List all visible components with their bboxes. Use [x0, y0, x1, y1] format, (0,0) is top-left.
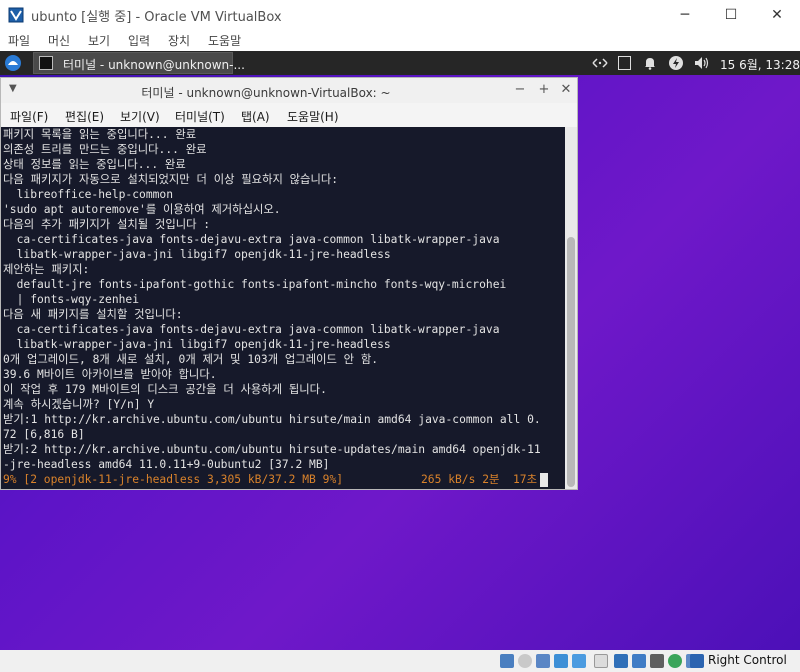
guest-additions-icon[interactable] [668, 654, 682, 668]
maximize-button[interactable]: ☐ [708, 0, 754, 30]
menu-input[interactable]: 입력 [128, 32, 150, 49]
keyboard-capture-icon[interactable] [690, 654, 704, 668]
terminal-line: 72 [6,816 B] [3, 428, 85, 441]
terminal-line: 'sudo apt autoremove'를 이용하여 제거하십시오. [3, 203, 281, 216]
video-capture-icon[interactable] [632, 654, 646, 668]
hard-disk-icon[interactable] [500, 654, 514, 668]
terminal-maximize-button[interactable]: + [537, 82, 551, 97]
taskbar-item-terminal[interactable]: 터미널 - unknown@unknown-... [33, 52, 245, 74]
network-icon[interactable] [592, 55, 608, 71]
terminal-window[interactable]: ▼ 터미널 - unknown@unknown-VirtualBox: ~ − … [0, 77, 578, 490]
menu-help[interactable]: 도움말 [208, 32, 241, 49]
terminal-line: 받기:2 http://kr.archive.ubuntu.com/ubuntu… [3, 443, 541, 456]
network-adapter-icon[interactable] [554, 654, 568, 668]
vbox-statusbar: Right Control [0, 650, 800, 672]
top-panel: 터미널 - unknown@unknown-... 15 6월, 13:28 [0, 51, 800, 75]
terminal-line: libatk-wrapper-java-jni libgif7 openjdk-… [3, 248, 391, 261]
terminal-scrollbar[interactable] [565, 127, 577, 489]
download-rate: 265 kB/s 2분 17초 [421, 473, 538, 486]
optical-disk-icon[interactable] [518, 654, 532, 668]
terminal-line: 상태 정보를 읽는 중입니다... 완료 [3, 158, 186, 171]
host-menubar: 파일 머신 보기 입력 장치 도움말 [0, 30, 800, 51]
terminal-menu-view[interactable]: 보기(V) [120, 108, 160, 125]
menu-devices[interactable]: 장치 [168, 32, 190, 49]
terminal-line: 다음의 추가 패키지가 설치될 것입니다 : [3, 218, 211, 231]
whisker-menu-icon[interactable] [4, 54, 22, 72]
recording-icon[interactable] [650, 654, 664, 668]
terminal-menu-file[interactable]: 파일(F) [10, 108, 48, 125]
terminal-minimize-button[interactable]: − [513, 82, 527, 97]
scrollbar-thumb[interactable] [567, 237, 575, 487]
terminal-title: 터미널 - unknown@unknown-VirtualBox: ~ [141, 86, 391, 100]
terminal-line: | fonts-wqy-zenhei [3, 293, 140, 306]
terminal-line: 받기:1 http://kr.archive.ubuntu.com/ubuntu… [3, 413, 541, 426]
terminal-menu-tabs[interactable]: 탭(A) [241, 108, 270, 125]
terminal-line: 제안하는 패키지: [3, 263, 90, 276]
terminal-line: 패키지 목록을 읽는 중입니다... 완료 [3, 128, 197, 141]
power-icon[interactable] [668, 55, 684, 71]
shared-folder-icon[interactable] [594, 654, 608, 668]
terminal-cursor [540, 473, 548, 487]
terminal-line: 의존성 트리를 만드는 중입니다... 완료 [3, 143, 207, 156]
terminal-line: libreoffice-help-common [3, 188, 174, 201]
terminal-line: 39.6 M바이트 아카이브를 받아야 합니다. [3, 368, 217, 381]
terminal-line: 계속 하시겠습니까? [Y/n] Y [3, 398, 155, 411]
close-button[interactable]: ✕ [754, 0, 800, 30]
keyboard-layout-icon[interactable] [618, 56, 631, 70]
taskbar-item-label: 터미널 - unknown@unknown-... [63, 58, 245, 72]
host-key-label: Right Control [708, 653, 787, 667]
menu-machine[interactable]: 머신 [48, 32, 70, 49]
display-icon[interactable] [614, 654, 628, 668]
terminal-line: libatk-wrapper-java-jni libgif7 openjdk-… [3, 338, 391, 351]
terminal-line: -jre-headless amd64 11.0.11+9-0ubuntu2 [… [3, 458, 330, 471]
terminal-line: ca-certificates-java fonts-dejavu-extra … [3, 323, 500, 336]
terminal-menu-edit[interactable]: 편집(E) [65, 108, 104, 125]
notification-bell-icon[interactable] [642, 55, 658, 71]
terminal-line: 0개 업그레이드, 8개 새로 설치, 0개 제거 및 103개 업그레이드 안… [3, 353, 379, 366]
host-titlebar: ubunto [실행 중] - Oracle VM VirtualBox ─ ☐… [0, 0, 800, 30]
menu-view[interactable]: 보기 [88, 32, 110, 49]
window-title: ubunto [실행 중] - Oracle VM VirtualBox [31, 10, 282, 25]
volume-icon[interactable] [693, 55, 711, 71]
terminal-close-button[interactable]: ✕ [559, 82, 573, 97]
terminal-line: ca-certificates-java fonts-dejavu-extra … [3, 233, 500, 246]
terminal-menubar: 파일(F) 편집(E) 보기(V) 터미널(T) 탭(A) 도움말(H) [1, 103, 577, 127]
terminal-line: default-jre fonts-ipafont-gothic fonts-i… [3, 278, 507, 291]
terminal-line: 이 작업 후 179 M바이트의 디스크 공간을 더 사용하게 됩니다. [3, 383, 327, 396]
terminal-titlebar[interactable]: ▼ 터미널 - unknown@unknown-VirtualBox: ~ − … [1, 78, 577, 103]
terminal-output[interactable]: 패키지 목록을 읽는 중입니다... 완료 의존성 트리를 만드는 중입니다..… [1, 127, 565, 489]
virtualbox-app-icon [8, 7, 24, 23]
download-progress-line: 9% [2 openjdk-11-jre-headless 3,305 kB/3… [3, 473, 344, 486]
guest-desktop[interactable]: 터미널 - unknown@unknown-... 15 6월, 13:28 ▼… [0, 51, 800, 650]
usb-icon[interactable] [572, 654, 586, 668]
panel-clock[interactable]: 15 6월, 13:28 [720, 56, 800, 73]
terminal-line: 다음 새 패키지를 설치할 것입니다: [3, 308, 183, 321]
menu-file[interactable]: 파일 [8, 32, 30, 49]
terminal-line: 다음 패키지가 자동으로 설치되었지만 더 이상 필요하지 않습니다: [3, 173, 339, 186]
terminal-icon [39, 56, 53, 70]
terminal-menu-help[interactable]: 도움말(H) [287, 108, 339, 125]
terminal-menu-terminal[interactable]: 터미널(T) [175, 108, 225, 125]
minimize-button[interactable]: ─ [662, 0, 708, 30]
audio-icon[interactable] [536, 654, 550, 668]
